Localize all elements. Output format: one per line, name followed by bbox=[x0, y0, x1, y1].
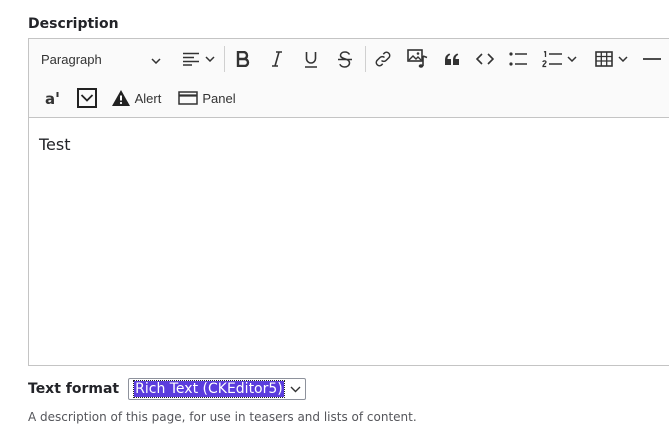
chevron-down-icon bbox=[290, 381, 301, 397]
chevron-down-icon bbox=[151, 52, 161, 67]
heading-dropdown[interactable]: Paragraph bbox=[35, 44, 167, 74]
alert-button[interactable]: Alert bbox=[107, 83, 165, 113]
align-left-icon bbox=[182, 52, 200, 66]
horizontal-line-button[interactable] bbox=[639, 44, 665, 74]
text-format-row: Text format Rich Text (CKEditor5) bbox=[28, 377, 306, 401]
text-format-selected: Rich Text (CKEditor5) bbox=[133, 380, 285, 398]
bold-icon bbox=[236, 51, 250, 67]
blockquote-button[interactable] bbox=[438, 44, 466, 74]
strikethrough-button[interactable] bbox=[331, 44, 359, 74]
panel-button[interactable]: Panel bbox=[175, 83, 239, 113]
chevron-down-icon bbox=[617, 56, 628, 62]
toolbar-separator bbox=[365, 46, 366, 72]
media-icon bbox=[407, 49, 429, 69]
language-button[interactable]: a bbox=[39, 83, 67, 113]
collapsible-button[interactable] bbox=[73, 83, 101, 113]
language-icon: a bbox=[44, 90, 62, 106]
bulleted-list-icon bbox=[509, 52, 527, 66]
chevron-down-icon bbox=[566, 56, 577, 62]
underline-icon bbox=[304, 51, 318, 68]
field-help-text: A description of this page, for use in t… bbox=[28, 410, 417, 424]
rich-text-editor: Paragraph a Alert Panel Test bbox=[28, 38, 669, 366]
table-icon bbox=[594, 51, 613, 67]
bold-button[interactable] bbox=[229, 44, 257, 74]
editor-content[interactable]: Test bbox=[39, 135, 71, 154]
italic-button[interactable] bbox=[263, 44, 291, 74]
alert-button-label: Alert bbox=[134, 90, 162, 106]
description-label: Description bbox=[28, 16, 119, 32]
svg-text:a: a bbox=[45, 90, 55, 106]
media-button[interactable] bbox=[403, 44, 433, 74]
horizontal-line-icon bbox=[643, 57, 661, 61]
code-icon bbox=[476, 53, 494, 65]
numbered-list-dropdown[interactable] bbox=[537, 44, 581, 74]
panel-button-label: Panel bbox=[202, 90, 236, 106]
insert-table-dropdown[interactable] bbox=[589, 44, 633, 74]
chevron-down-icon bbox=[204, 56, 215, 62]
underline-button[interactable] bbox=[297, 44, 325, 74]
quote-icon bbox=[444, 53, 460, 66]
toolbar-separator bbox=[224, 46, 225, 72]
italic-icon bbox=[271, 51, 283, 67]
code-button[interactable] bbox=[471, 44, 499, 74]
text-format-select[interactable]: Rich Text (CKEditor5) bbox=[128, 378, 306, 400]
link-icon bbox=[374, 50, 392, 68]
panel-icon bbox=[178, 91, 199, 105]
link-button[interactable] bbox=[369, 44, 397, 74]
strikethrough-icon bbox=[337, 50, 353, 68]
numbered-list-icon bbox=[541, 50, 562, 68]
heading-dropdown-value: Paragraph bbox=[41, 51, 102, 67]
collapse-box-icon bbox=[77, 88, 97, 108]
bulleted-list-button[interactable] bbox=[504, 44, 532, 74]
editor-toolbar: Paragraph a Alert Panel bbox=[29, 39, 669, 118]
warning-icon bbox=[111, 89, 131, 107]
text-format-label: Text format bbox=[28, 381, 120, 397]
alignment-dropdown[interactable] bbox=[177, 44, 219, 74]
